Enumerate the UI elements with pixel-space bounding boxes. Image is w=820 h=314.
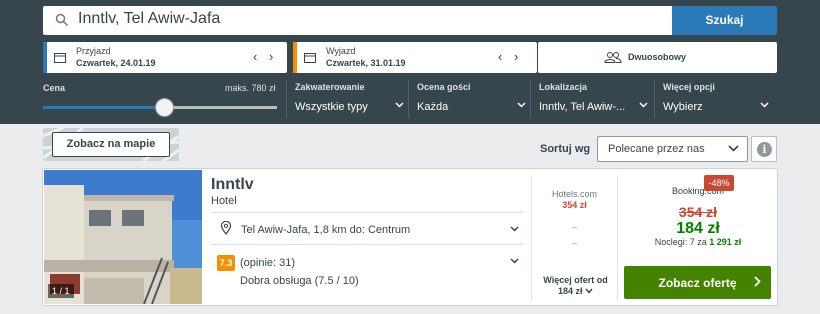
filter-divider — [654, 80, 655, 118]
filter-divider — [530, 80, 531, 118]
checkout-next-day-button[interactable]: › — [514, 49, 518, 64]
hotel-location-row[interactable]: Tel Awiw-Jafa, 1,8 km do: Centrum — [211, 212, 523, 244]
search-icon — [55, 13, 69, 27]
chevron-down-icon — [395, 102, 404, 108]
sort-info-button[interactable]: i — [751, 136, 777, 162]
calendar-icon — [304, 53, 316, 63]
filter-value: Inntlv, Tel Awiw-... — [539, 101, 626, 113]
nights-total: Noclegi: 7 za 1 291 zł — [623, 237, 773, 247]
price-filter-label: Cena — [43, 83, 66, 93]
offer-price[interactable]: 354 zł — [532, 200, 617, 210]
checkin-date-picker[interactable]: Przyjazd Czwartek, 24.01.19 ‹ › — [43, 42, 287, 73]
view-offer-button[interactable]: Zobacz ofertę — [624, 266, 771, 299]
checkin-color-bar — [43, 42, 47, 73]
old-price: 354 zł — [678, 204, 718, 220]
filter-title: Więcej opcji — [663, 82, 715, 92]
chevron-down-icon — [510, 226, 519, 232]
offer-site[interactable]: Hotels.com — [532, 189, 617, 199]
sort-select[interactable]: Polecane przez nas — [597, 136, 748, 162]
more-offers-link[interactable]: Więcej ofert od 184 zł — [532, 275, 619, 297]
checkout-date-picker[interactable]: Wyjazd Czwartek, 31.01.19 ‹ › — [293, 42, 537, 73]
new-price: 184 zł — [676, 220, 720, 237]
nights-prefix: Noclegi: 7 za — [654, 237, 707, 247]
rating-badge: 7.3 — [217, 255, 235, 271]
checkout-value: Czwartek, 31.01.19 — [326, 58, 406, 68]
hotel-name[interactable]: Inntlv — [211, 176, 254, 194]
more-offers-text: Więcej ofert od — [543, 275, 608, 285]
filter-guest-rating[interactable]: Ocena gości Każda — [417, 82, 527, 113]
checkin-label: Przyjazd — [76, 46, 111, 56]
map-button[interactable]: Zobacz na mapie — [52, 132, 170, 157]
price-filter-max: maks. 780 zł — [225, 83, 276, 93]
best-offer-site: Booking.com — [671, 186, 725, 196]
more-offers-price: 184 zł — [557, 286, 583, 296]
hotel-location: Tel Awiw-Jafa, 1,8 km do: Centrum — [241, 224, 411, 236]
chevron-down-icon — [728, 145, 739, 152]
hotel-type: Hotel — [211, 195, 237, 207]
room-label: Dwuosobowy — [628, 52, 686, 62]
chevron-right-icon — [754, 276, 761, 287]
filter-accommodation[interactable]: Zakwaterowanie Wszystkie typy — [295, 82, 405, 113]
sort-value: Polecane przez nas — [608, 143, 705, 155]
filter-divider — [408, 80, 409, 118]
filter-value: Wszystkie typy — [295, 101, 368, 113]
nights-total-price: 1 291 zł — [709, 237, 742, 247]
search-button[interactable]: Szukaj — [672, 6, 777, 35]
discount-badge: -48% — [704, 175, 734, 191]
room-selector[interactable]: Dwuosobowy — [538, 42, 777, 73]
checkout-color-bar — [293, 42, 297, 73]
checkin-next-day-button[interactable]: › — [269, 49, 273, 64]
filter-value: Każda — [417, 101, 449, 113]
chevron-down-icon — [760, 102, 769, 108]
filter-divider — [286, 80, 287, 118]
chevron-down-icon — [585, 288, 593, 294]
filter-value: Wybierz — [663, 101, 703, 113]
filter-title: Lokalizacja — [539, 82, 588, 92]
chevron-down-icon — [517, 102, 526, 108]
offer-placeholder: – — [571, 238, 577, 248]
hotel-rating-row[interactable]: 7.3 (opinie: 31) Dobra obsługa (7.5 / 10… — [211, 244, 523, 300]
chevron-down-icon — [510, 258, 519, 264]
filter-title: Ocena gości — [417, 82, 471, 92]
review-count: (opinie: 31) — [240, 257, 296, 269]
chevron-down-icon — [639, 102, 648, 108]
checkin-value: Czwartek, 24.01.19 — [76, 58, 156, 68]
filter-title: Zakwaterowanie — [295, 82, 365, 92]
calendar-icon — [54, 53, 66, 63]
price-slider-fill — [43, 106, 165, 109]
hotel-photo[interactable]: 1 / 1 — [44, 170, 202, 304]
checkin-prev-day-button[interactable]: ‹ — [253, 49, 257, 64]
info-icon: i — [757, 142, 772, 157]
filter-more-options[interactable]: Więcej opcji Wybierz — [663, 82, 773, 113]
sort-label: Sortuj wg — [540, 143, 591, 155]
checkout-label: Wyjazd — [326, 46, 356, 56]
search-input[interactable]: Inntlv, Tel Awiw-Jafa — [43, 6, 672, 35]
search-header: Inntlv, Tel Awiw-Jafa Szukaj Przyjazd Cz… — [0, 0, 820, 124]
view-offer-label: Zobacz ofertę — [658, 276, 737, 290]
rating-text: Dobra obsługa (7.5 / 10) — [240, 275, 359, 287]
photo-counter: 1 / 1 — [48, 284, 74, 298]
filter-location[interactable]: Lokalizacja Inntlv, Tel Awiw-... — [539, 82, 649, 113]
offer-placeholder: – — [571, 222, 577, 232]
checkout-prev-day-button[interactable]: ‹ — [498, 49, 502, 64]
map-thumbnail[interactable]: Zobacz na mapie — [43, 128, 179, 161]
search-input-value: Inntlv, Tel Awiw-Jafa — [78, 10, 221, 27]
location-pin-icon — [221, 221, 231, 235]
guests-icon — [604, 52, 622, 63]
price-slider-handle[interactable] — [154, 98, 174, 117]
other-offers-column: Hotels.com 354 zł – – Więcej ofert od 18… — [531, 175, 618, 301]
